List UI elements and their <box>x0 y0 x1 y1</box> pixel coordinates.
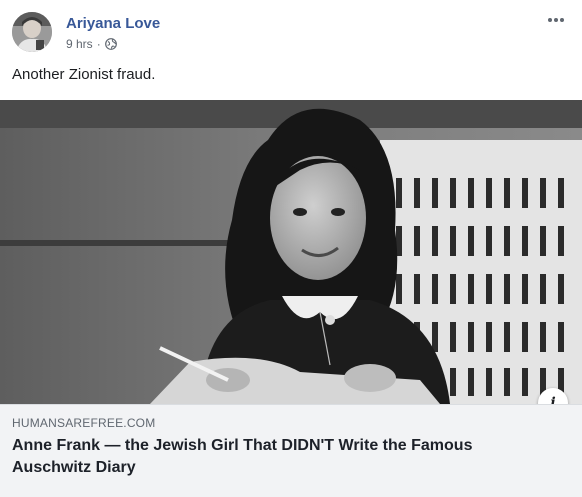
post-meta: 9 hrs · <box>66 37 117 51</box>
post-timestamp[interactable]: 9 hrs <box>66 37 93 51</box>
link-title[interactable]: Anne Frank — the Jewish Girl That DIDN'T… <box>12 435 552 479</box>
link-domain: HUMANSAREFREE.COM <box>12 416 156 430</box>
avatar-image <box>12 12 52 52</box>
author-avatar[interactable] <box>12 12 52 52</box>
post-header: Ariyana Love 9 hrs · <box>12 12 570 56</box>
facebook-post: Ariyana Love 9 hrs · Another Zionist fra… <box>0 0 582 497</box>
more-options-icon[interactable] <box>542 8 570 32</box>
author-name[interactable]: Ariyana Love <box>66 15 160 32</box>
post-text: Another Zionist fraud. <box>12 66 156 83</box>
link-preview-footer[interactable]: HUMANSAREFREE.COM Anne Frank — the Jewis… <box>0 404 582 497</box>
globe-icon[interactable] <box>104 38 117 50</box>
link-preview-image[interactable] <box>0 100 582 404</box>
meta-separator: · <box>96 37 101 51</box>
